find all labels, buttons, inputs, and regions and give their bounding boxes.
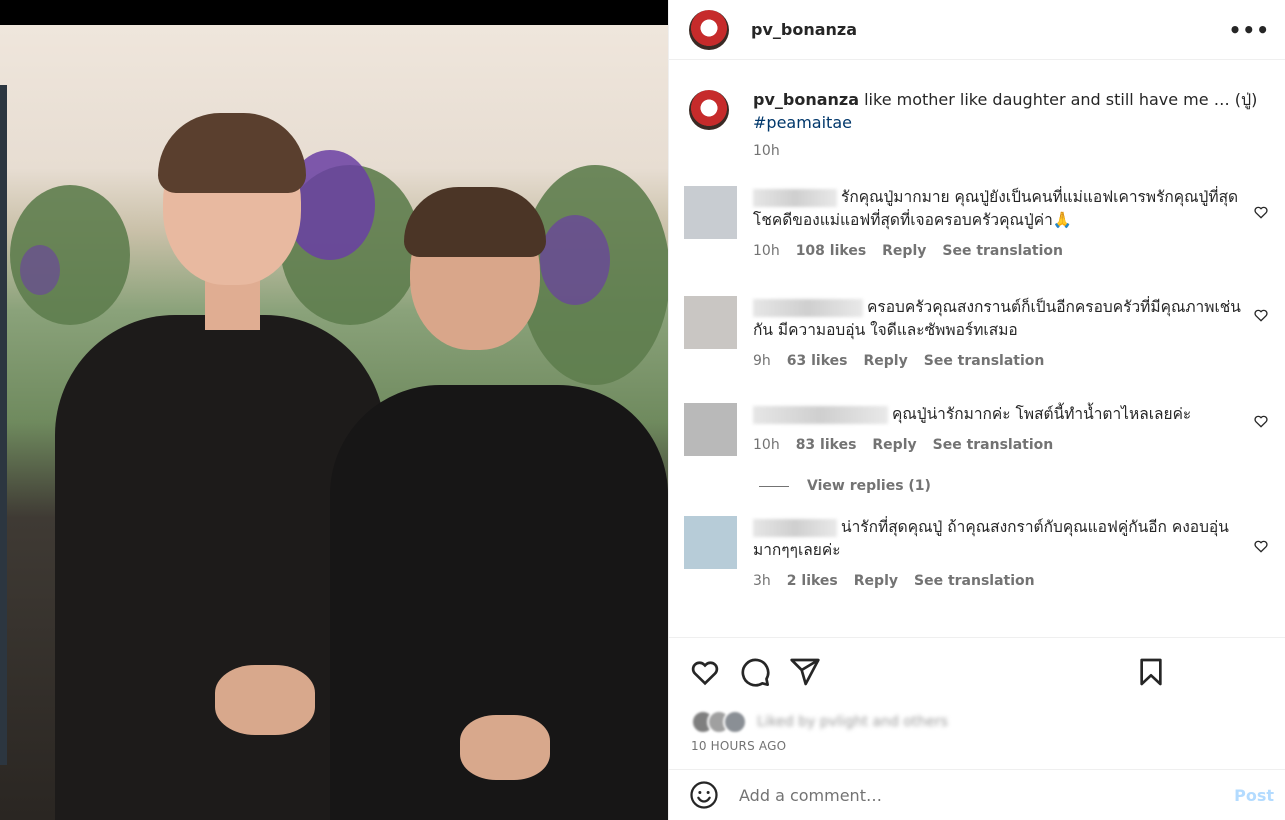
- reply-button[interactable]: Reply: [854, 570, 898, 593]
- caption-avatar[interactable]: [689, 90, 729, 130]
- heart-icon[interactable]: [689, 656, 721, 688]
- comment-likes[interactable]: 63 likes: [787, 350, 848, 373]
- post-caption: pv_bonanza like mother like daughter and…: [689, 88, 1269, 163]
- view-replies-button[interactable]: View replies (1): [759, 478, 931, 494]
- comment-heart-icon[interactable]: [1253, 204, 1269, 220]
- reply-button[interactable]: Reply: [882, 240, 926, 263]
- comment-form: Post: [669, 769, 1285, 820]
- author-avatar[interactable]: [689, 9, 729, 50]
- comment-time[interactable]: 10h: [753, 434, 780, 457]
- commenter-username[interactable]: [753, 405, 888, 424]
- reply-button[interactable]: Reply: [872, 434, 916, 457]
- comment-time[interactable]: 9h: [753, 350, 771, 373]
- commenter-avatar[interactable]: [684, 403, 737, 456]
- post-media[interactable]: [0, 0, 668, 820]
- view-replies-label: View replies (1): [807, 478, 931, 494]
- see-translation-button[interactable]: See translation: [924, 350, 1045, 373]
- comment-time[interactable]: 10h: [753, 240, 780, 263]
- commenter-username[interactable]: [753, 298, 863, 317]
- comment-likes[interactable]: 2 likes: [787, 570, 838, 593]
- comment-text: คุณปู่น่ารักมากค่ะ โพสต์นี้ทำน้ำตาไหลเลย…: [892, 405, 1192, 423]
- post-photo: [0, 25, 668, 820]
- caption-username[interactable]: pv_bonanza: [753, 90, 859, 109]
- comment-heart-icon[interactable]: [1253, 413, 1269, 429]
- comment-input[interactable]: [739, 785, 1199, 805]
- commenter-avatar[interactable]: [684, 516, 737, 569]
- reply-button[interactable]: Reply: [864, 350, 908, 373]
- post-side-panel: pv_bonanza ••• pv_bonanza like mother li…: [668, 0, 1285, 820]
- emoji-icon[interactable]: [689, 780, 719, 810]
- comment-time[interactable]: 3h: [753, 570, 771, 593]
- comment-item: คุณปู่น่ารักมากค่ะ โพสต์นี้ทำน้ำตาไหลเลย…: [684, 403, 1269, 457]
- see-translation-button[interactable]: See translation: [914, 570, 1035, 593]
- commenter-avatar[interactable]: [684, 186, 737, 239]
- caption-hashtag[interactable]: #peamaitae: [753, 111, 1257, 134]
- more-options-icon[interactable]: •••: [1229, 18, 1270, 42]
- post-header: pv_bonanza •••: [669, 0, 1285, 60]
- post-timestamp[interactable]: 10 HOURS AGO: [691, 739, 786, 753]
- post-actions: Liked by pvlight and others 10 HOURS AGO: [669, 637, 1285, 769]
- post-button[interactable]: Post: [1234, 786, 1274, 805]
- comment-likes[interactable]: 108 likes: [796, 240, 866, 263]
- liked-by-avatars: [691, 710, 749, 734]
- comment-item: น่ารักที่สุดคุณปู่ ถ้าคุณสงกราต์กับคุณแอ…: [684, 516, 1269, 593]
- liked-by[interactable]: Liked by pvlight and others: [691, 710, 948, 734]
- caption-time[interactable]: 10h: [753, 140, 780, 163]
- comment-heart-icon[interactable]: [1253, 538, 1269, 554]
- commenter-username[interactable]: [753, 518, 837, 537]
- share-icon[interactable]: [789, 656, 821, 688]
- author-username[interactable]: pv_bonanza: [751, 20, 857, 39]
- commenter-avatar[interactable]: [684, 296, 737, 349]
- bookmark-icon[interactable]: [1135, 656, 1167, 688]
- see-translation-button[interactable]: See translation: [942, 240, 1063, 263]
- comment-likes[interactable]: 83 likes: [796, 434, 857, 457]
- comment-icon[interactable]: [739, 656, 771, 688]
- see-translation-button[interactable]: See translation: [933, 434, 1054, 457]
- liked-by-text: Liked by pvlight and others: [757, 714, 948, 730]
- comment-heart-icon[interactable]: [1253, 307, 1269, 323]
- comment-item: ครอบครัวคุณสงกรานต์ก็เป็นอีกครอบครัวที่ม…: [684, 296, 1269, 373]
- comment-item: รักคุณปู่มากมาย คุณปู่ยังเป็นคนที่แม่แอฟ…: [684, 186, 1269, 263]
- commenter-username[interactable]: [753, 188, 837, 207]
- caption-text: like mother like daughter and still have…: [859, 90, 1258, 109]
